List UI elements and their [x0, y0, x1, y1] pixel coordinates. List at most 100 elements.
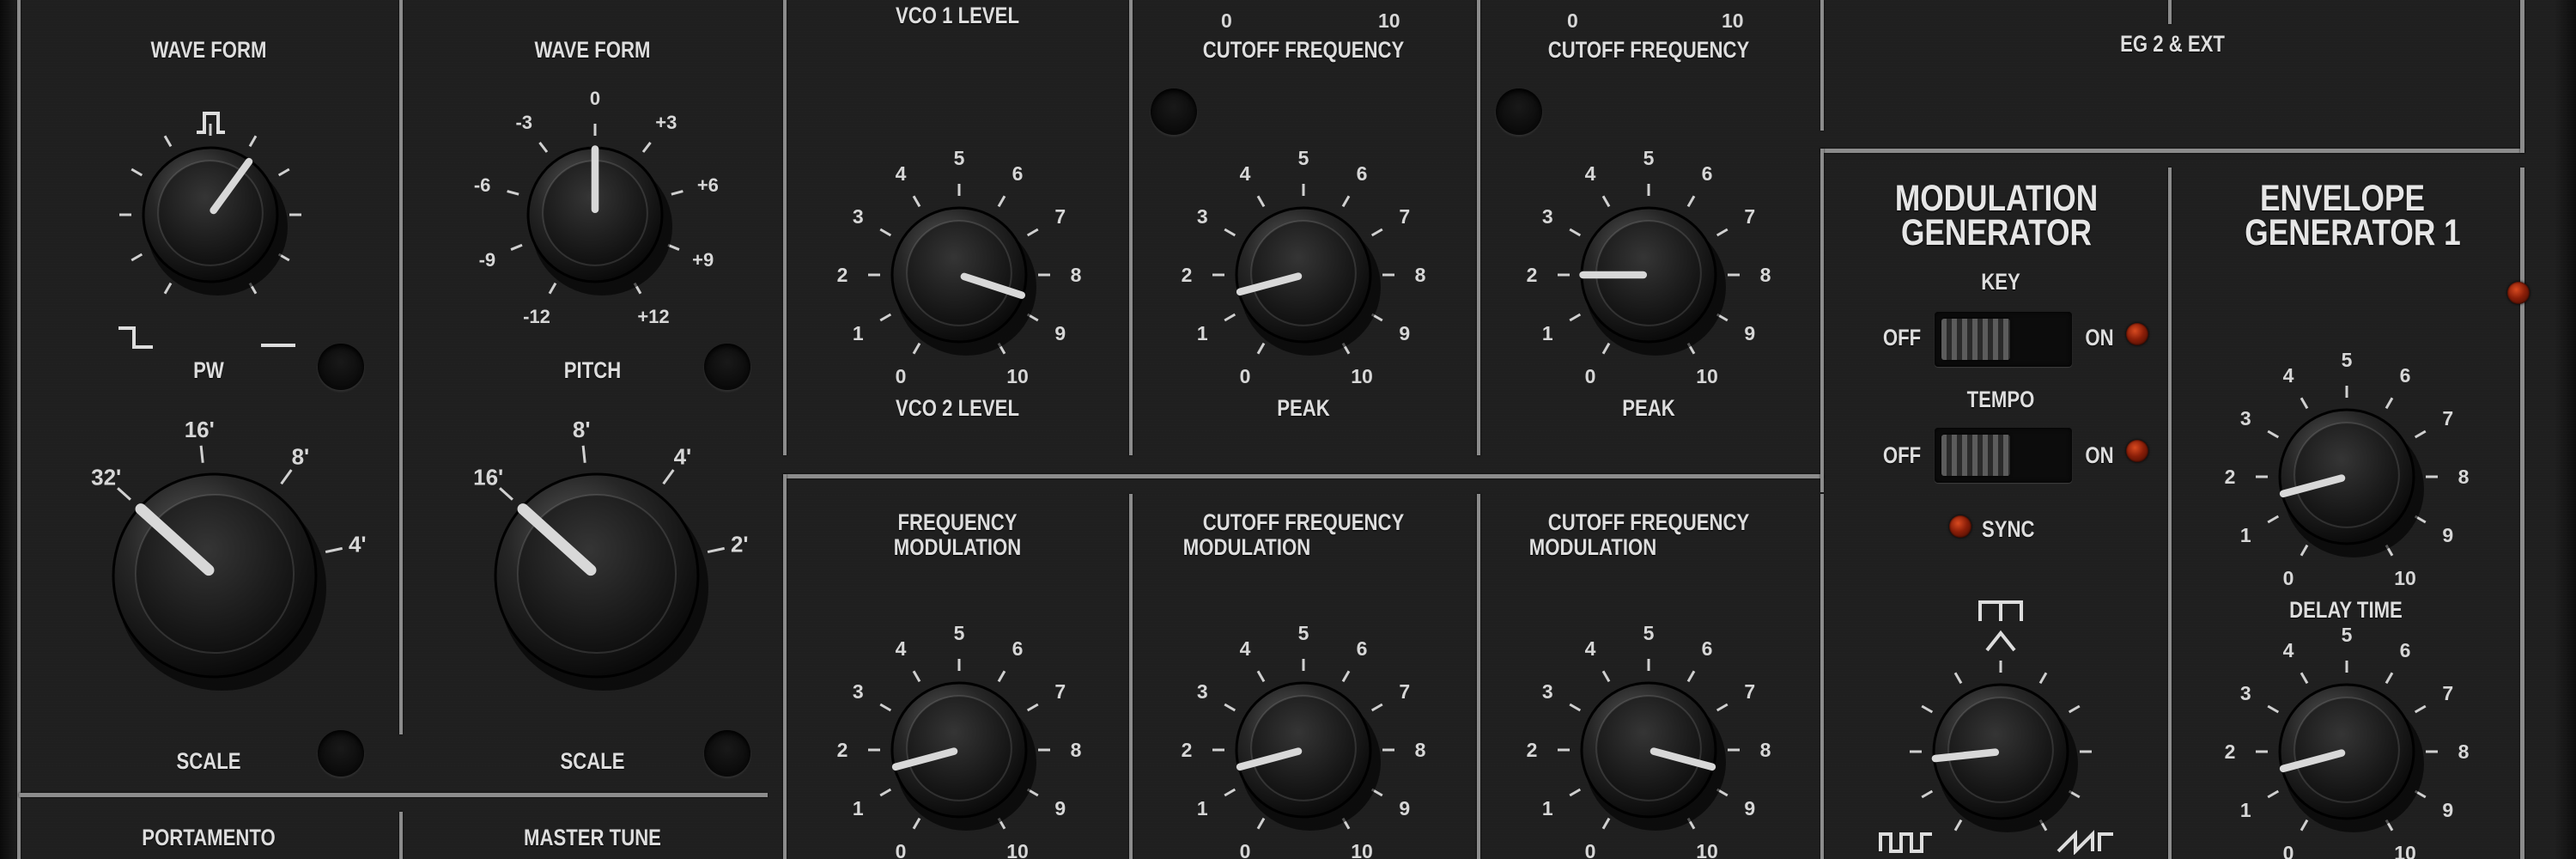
knob-scale-label: 10 — [1351, 365, 1373, 387]
hpf-cutoff-jack[interactable] — [1151, 88, 1197, 135]
lpf-peak-knob[interactable]: 0 1 2 3 4 5 6 7 8 9 10 — [1516, 142, 1782, 408]
knob-tick — [1686, 670, 1696, 683]
knob-scale-label: 8' — [573, 417, 591, 442]
lpf-cut-mod-knob[interactable]: 0 1 2 3 4 5 6 7 8 9 10 — [1516, 617, 1782, 859]
knob-scale-label: 9 — [1744, 322, 1755, 344]
knob-tick — [1026, 228, 1039, 237]
pitch-jack[interactable] — [704, 344, 750, 390]
sync-label: SYNC — [1982, 516, 2035, 542]
eg1-second-knob[interactable]: 0 1 2 3 4 5 6 7 8 9 10 — [2214, 618, 2480, 859]
knob-scale-label: 5 — [1643, 622, 1655, 644]
knob-tick — [2385, 397, 2394, 410]
tempo-switch[interactable] — [1935, 428, 2072, 483]
vco1-level-label: VCO 1 LEVEL — [896, 3, 1019, 28]
knob-tick — [1224, 313, 1236, 322]
knob-tick — [671, 190, 683, 196]
knob-scale-label: 6 — [1702, 637, 1713, 660]
knob-tick — [1601, 195, 1611, 208]
knob-tick — [1256, 817, 1266, 830]
knob-tick — [912, 817, 921, 830]
knob-scale-label: 4 — [1240, 162, 1251, 185]
knob-tick — [1953, 672, 1963, 685]
key-switch-thumb[interactable] — [1941, 319, 2010, 360]
knob-scale-label: 7 — [1399, 205, 1410, 228]
modgen-title-2: GENERATOR — [1900, 212, 2093, 253]
hpf-peak-label: PEAK — [1277, 395, 1330, 421]
sync-led — [1949, 515, 1971, 538]
knob-scale-label: 6 — [2400, 639, 2411, 661]
mg-waveform-knob[interactable] — [1868, 618, 2134, 859]
knob-scale-label: 0 — [590, 88, 600, 109]
knob-scale-label: 5 — [2342, 349, 2353, 371]
divider-bottom-left — [19, 793, 768, 797]
knob-scale-label: 1 — [853, 322, 864, 344]
knob-tick — [1601, 670, 1611, 683]
knob-tick — [912, 195, 921, 208]
lpf-cutoff-scale: 0 10 — [1567, 9, 1744, 32]
knob-scale-label: 4 — [1240, 637, 1251, 660]
knob-scale-label: 7 — [1744, 680, 1755, 703]
pw-knob[interactable] — [77, 82, 343, 348]
divider-eg2-bottom — [1820, 149, 2524, 153]
hpf-peak-knob[interactable]: 0 1 2 3 4 5 6 7 8 9 10 — [1170, 142, 1437, 408]
knob-scale-label: +6 — [697, 174, 719, 196]
hpf-cut-mod-knob[interactable]: 0 1 2 3 4 5 6 7 8 9 10 — [1170, 617, 1437, 859]
knob-scale-label: +9 — [692, 249, 714, 271]
knob-scale-label: 2 — [2225, 740, 2236, 763]
knob-scale-label: 8 — [1071, 739, 1082, 761]
lpf-cutoff-jack[interactable] — [1496, 88, 1542, 135]
knob-scale-label: 3 — [1542, 680, 1553, 703]
knob-tick — [1716, 228, 1728, 237]
knob-tick — [2300, 672, 2309, 685]
knob-tick — [199, 445, 204, 463]
knob-tick — [2267, 789, 2280, 799]
knob-scale-label: 6 — [1357, 637, 1368, 660]
knob-scale-label: 8 — [2458, 740, 2470, 763]
knob-tick — [499, 487, 513, 501]
knob-tick — [1341, 670, 1351, 683]
hpf-cut-mod-label-1: CUTOFF FREQUENCY — [1202, 509, 1405, 535]
knob-scale-label: 8 — [1071, 264, 1082, 286]
knob-scale-label: -6 — [474, 174, 491, 196]
freq-mod-knob[interactable]: 0 1 2 3 4 5 6 7 8 9 10 — [826, 617, 1092, 859]
pw-jack[interactable] — [318, 344, 364, 390]
knob-scale-label: 8 — [2458, 466, 2470, 488]
knob-scale-label: 4 — [896, 637, 907, 660]
hpf-cut-mod-label-2: MODULATION — [1182, 534, 1311, 560]
tempo-switch-thumb[interactable] — [1941, 435, 2010, 476]
osc2-scale-knob[interactable]: 16' 8' 4' 2' — [434, 412, 760, 739]
knob-tick — [1601, 817, 1611, 830]
knob-scale-label: 2 — [2225, 466, 2236, 488]
osc1-scale-jack[interactable] — [318, 730, 364, 777]
knob-tick — [2300, 819, 2309, 832]
knob-tick — [325, 546, 343, 554]
eg1-delay-knob[interactable]: 0 1 2 3 4 5 6 7 8 9 10 — [2214, 344, 2480, 610]
tempo-on-label: ON — [2085, 442, 2114, 468]
knob-scale-label: 3 — [853, 680, 864, 703]
lpf-peak-label: PEAK — [1622, 395, 1675, 421]
pitch-knob[interactable]: -12 -9 -6 -3 0 +3 +6 +9 +12 — [462, 82, 728, 348]
divider-upper-lower — [783, 474, 1824, 478]
knob-scale-label: 7 — [1054, 680, 1066, 703]
osc1-scale-knob[interactable]: 32' 16' 8' 4' — [52, 412, 378, 739]
vco2-level-knob[interactable]: 0 1 2 3 4 5 6 7 8 9 10 — [826, 142, 1092, 408]
knob-tick — [131, 253, 143, 262]
knob-scale-label: -12 — [523, 306, 550, 327]
divider-eg2-right — [2520, 0, 2524, 153]
key-switch[interactable] — [1935, 312, 2072, 367]
knob-tick — [879, 788, 892, 797]
knob-scale-label: 3 — [853, 205, 864, 228]
knob-tick — [1686, 195, 1696, 208]
knob-scale-label: 7 — [1399, 680, 1410, 703]
knob-scale-label: 7 — [2442, 682, 2453, 704]
key-on-label: ON — [2085, 325, 2114, 350]
knob-tick — [510, 243, 523, 251]
knob-tick — [667, 243, 680, 251]
divider-hmod-lmod — [1477, 494, 1480, 859]
osc2-scale-jack[interactable] — [704, 730, 750, 777]
knob-scale-label: 2 — [1182, 739, 1193, 761]
knob-tick — [1601, 342, 1611, 355]
lpf-cut-mod-label-2: MODULATION — [1528, 534, 1657, 560]
svg-text:10: 10 — [1378, 9, 1400, 32]
knob-scale-label: 1 — [1542, 322, 1553, 344]
